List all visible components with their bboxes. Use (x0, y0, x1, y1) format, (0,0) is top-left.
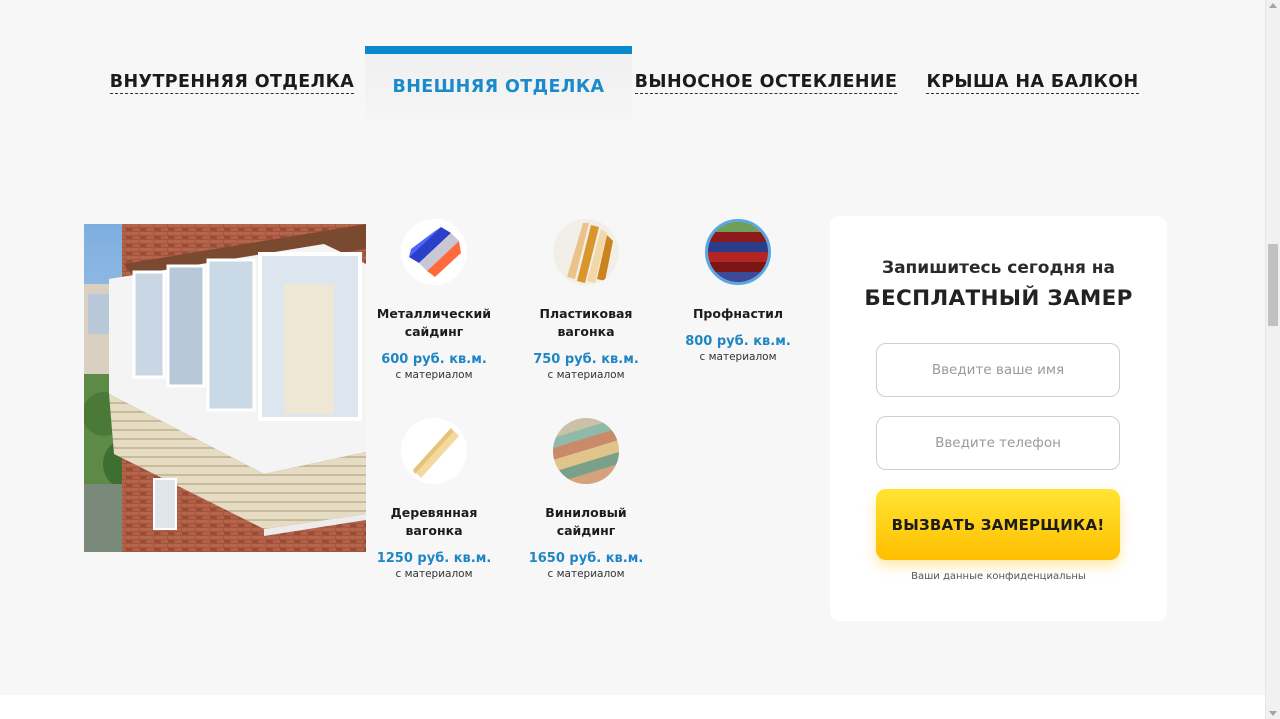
material-note: с материалом (547, 568, 625, 580)
material-price: 800 руб. кв.м. (685, 334, 791, 349)
material-note: с материалом (547, 369, 625, 381)
material-price: 1250 руб. кв.м. (376, 551, 492, 566)
form-subtitle: Запишитесь сегодня на (882, 258, 1115, 278)
tab-bar: ВНУТРЕННЯЯ ОТДЕЛКА ВНЕШНЯЯ ОТДЕЛКА ВЫНОС… (0, 46, 1265, 122)
phone-input[interactable] (876, 416, 1120, 470)
material-metal-siding: Металлический сайдинг 600 руб. кв.м. с м… (369, 219, 499, 381)
free-measurement-form: Запишитесь сегодня на БЕСПЛАТНЫЙ ЗАМЕР В… (830, 216, 1167, 621)
page-scrollbar[interactable] (1265, 0, 1280, 719)
balcony-photo (84, 224, 366, 552)
tab-label: ВЫНОСНОЕ ОСТЕКЛЕНИЕ (634, 72, 898, 94)
tab-interior-finishing[interactable]: ВНУТРЕННЯЯ ОТДЕЛКА (109, 46, 355, 120)
material-vinyl-siding: Виниловый сайдинг 1650 руб. кв.м. с мате… (521, 418, 651, 580)
scroll-up-arrow-icon[interactable] (1269, 3, 1277, 8)
material-profnastil: Профнастил 800 руб. кв.м. с материалом (673, 219, 803, 363)
call-measurer-button[interactable]: ВЫЗВАТЬ ЗАМЕРЩИКА! (876, 489, 1120, 560)
material-price: 1650 руб. кв.м. (528, 551, 644, 566)
form-title: БЕСПЛАТНЫЙ ЗАМЕР (864, 286, 1133, 311)
vinyl-siding-image (553, 418, 619, 484)
material-name: Пластиковая вагонка (539, 306, 633, 339)
tab-balcony-roof[interactable]: КРЫША НА БАЛКОН (926, 46, 1139, 120)
next-section-edge (0, 695, 1265, 719)
material-wood-lining: Деревянная вагонка 1250 руб. кв.м. с мат… (369, 418, 499, 580)
scrollbar-thumb[interactable] (1268, 244, 1278, 326)
material-price: 750 руб. кв.м. (533, 352, 639, 367)
privacy-note: Ваши данные конфиденциальны (911, 571, 1086, 582)
material-note: с материалом (395, 568, 473, 580)
tab-extended-glazing[interactable]: ВЫНОСНОЕ ОСТЕКЛЕНИЕ (634, 46, 898, 120)
material-name: Деревянная вагонка (390, 505, 478, 538)
wood-lining-image (401, 418, 467, 484)
material-name: Металлический сайдинг (376, 306, 492, 339)
scroll-down-arrow-icon[interactable] (1269, 711, 1277, 716)
material-price: 600 руб. кв.м. (381, 352, 487, 367)
material-plastic-lining: Пластиковая вагонка 750 руб. кв.м. с мат… (521, 219, 651, 381)
material-note: с материалом (699, 351, 777, 363)
metal-siding-image (401, 219, 467, 285)
name-input[interactable] (876, 343, 1120, 397)
tab-exterior-finishing[interactable]: ВНЕШНЯЯ ОТДЕЛКА (365, 46, 632, 120)
tab-label: ВНУТРЕННЯЯ ОТДЕЛКА (109, 72, 355, 94)
plastic-lining-image (553, 219, 619, 285)
material-note: с материалом (395, 369, 473, 381)
profnastil-image (705, 219, 771, 285)
material-name: Профнастил (692, 306, 784, 321)
tab-label: КРЫША НА БАЛКОН (926, 72, 1139, 94)
material-name: Виниловый сайдинг (545, 505, 627, 538)
tab-label: ВНЕШНЯЯ ОТДЕЛКА (392, 76, 605, 97)
